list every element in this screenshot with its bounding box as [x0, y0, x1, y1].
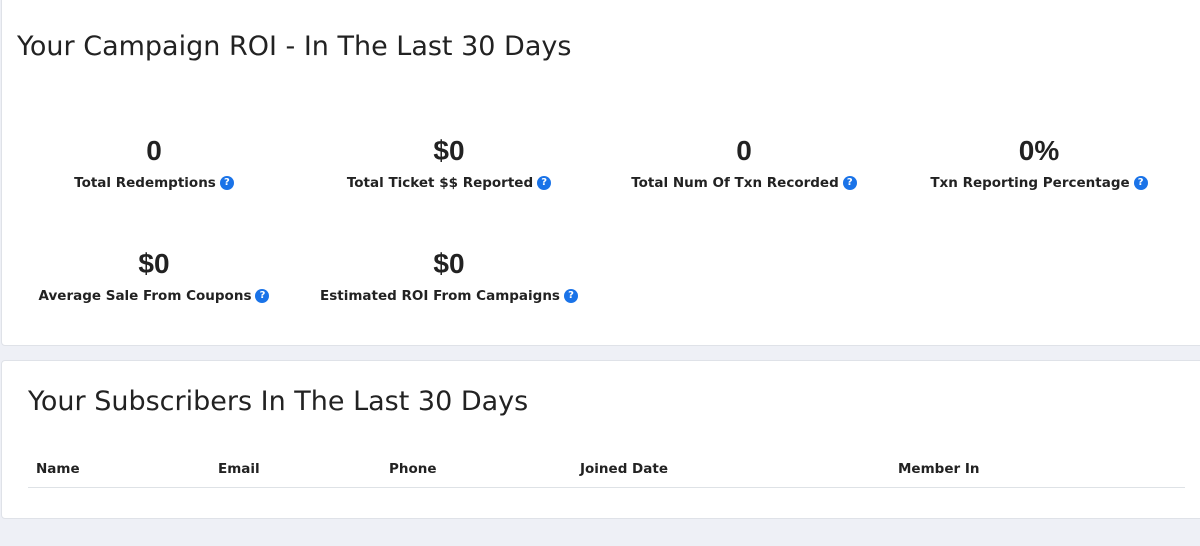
stat-label: Estimated ROI From Campaigns [320, 288, 560, 304]
stat-value: 0 [146, 135, 162, 166]
subscribers-title: Your Subscribers In The Last 30 Days [28, 386, 529, 417]
campaign-roi-title: Your Campaign ROI - In The Last 30 Days [17, 31, 572, 62]
help-icon[interactable]: ? [842, 176, 857, 190]
help-icon[interactable]: ? [1133, 176, 1148, 190]
stat-value: 0% [1018, 135, 1060, 166]
help-icon[interactable]: ? [563, 289, 578, 303]
stat-label: Average Sale From Coupons [38, 288, 252, 304]
campaign-roi-card: Your Campaign ROI - In The Last 30 Days … [1, 0, 1200, 346]
stat-value: 0 [736, 135, 752, 166]
subscribers-card: Your Subscribers In The Last 30 Days Nam… [1, 360, 1200, 519]
column-header-member-in[interactable]: Member In [898, 461, 979, 477]
stat-total-txn-recorded: 0 Total Num Of Txn Recorded? [594, 135, 894, 191]
stat-label: Total Redemptions [74, 175, 216, 191]
help-icon[interactable]: ? [219, 176, 234, 190]
column-header-name[interactable]: Name [36, 461, 80, 477]
stat-total-ticket-reported: $0 Total Ticket $$ Reported? [299, 135, 599, 191]
column-header-email[interactable]: Email [218, 461, 260, 477]
stat-value: $0 [433, 248, 465, 279]
stat-label: Total Ticket $$ Reported [346, 175, 534, 191]
column-header-phone[interactable]: Phone [389, 461, 437, 477]
stat-label: Total Num Of Txn Recorded [631, 175, 839, 191]
stat-total-redemptions: 0 Total Redemptions? [4, 135, 304, 191]
stat-value: $0 [433, 135, 465, 166]
subscribers-table-header: Name Email Phone Joined Date Member In [28, 457, 1185, 488]
stat-estimated-roi: $0 Estimated ROI From Campaigns? [299, 248, 599, 304]
column-header-joined-date[interactable]: Joined Date [580, 461, 668, 477]
help-icon[interactable]: ? [255, 289, 270, 303]
stat-label: Txn Reporting Percentage [930, 175, 1130, 191]
stat-txn-reporting-percentage: 0% Txn Reporting Percentage? [889, 135, 1189, 191]
help-icon[interactable]: ? [537, 176, 552, 190]
stat-average-sale-from-coupons: $0 Average Sale From Coupons? [4, 248, 304, 304]
stat-value: $0 [138, 248, 170, 279]
